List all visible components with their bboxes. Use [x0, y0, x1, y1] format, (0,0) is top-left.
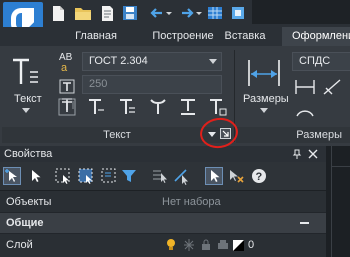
sheet-icon[interactable] [229, 4, 247, 22]
layer-row[interactable]: Слой 0 [0, 234, 326, 257]
dimensions-dropdown-icon[interactable] [260, 108, 268, 114]
dimensions-large-icon[interactable] [246, 56, 282, 90]
lightbulb-icon[interactable] [165, 238, 177, 252]
text-size-icon[interactable] [58, 77, 78, 95]
dimensions-button-label[interactable]: Размеры [243, 93, 289, 105]
properties-objects-row[interactable]: Объекты Нет набора [0, 190, 326, 212]
general-section-label: Общие [6, 217, 44, 229]
close-icon[interactable] [308, 149, 318, 159]
select-cross-icon[interactable] [77, 167, 95, 185]
properties-title: Свойства [4, 148, 53, 160]
dimension-style-combo[interactable]: СПДС [292, 52, 350, 71]
text-tool-1-icon[interactable] [58, 98, 76, 116]
print-icon[interactable] [217, 239, 229, 251]
select-add-icon[interactable] [3, 167, 21, 185]
text-dropdown-icon[interactable] [22, 108, 30, 114]
dimension-style-value: СПДС [299, 55, 331, 67]
chevron-down-icon [209, 59, 217, 64]
select-previous-icon[interactable] [100, 167, 118, 185]
lock-icon[interactable] [201, 239, 211, 251]
undo-icon[interactable] [148, 4, 166, 22]
pick-object-icon[interactable] [205, 167, 223, 185]
text-tool-4-icon[interactable] [148, 96, 168, 118]
redo-icon[interactable] [178, 4, 196, 22]
pin-icon[interactable] [292, 149, 302, 159]
properties-toolbar: ? [0, 162, 326, 190]
tab-insert[interactable]: Вставка [220, 27, 270, 46]
document-icon[interactable] [98, 4, 116, 22]
objects-label: Объекты [6, 196, 52, 208]
undo-dropdown-icon[interactable] [165, 4, 173, 22]
tab-home[interactable]: Главная [62, 27, 130, 46]
freeze-icon[interactable] [184, 239, 194, 251]
dim-tool-1-icon[interactable] [294, 78, 316, 96]
grid-icon[interactable] [206, 4, 224, 22]
save-icon[interactable] [121, 4, 139, 22]
open-folder-icon[interactable] [74, 4, 92, 22]
ribbon-body: Текст AB a ГОСТ 2.304 250 Текст Размеры … [0, 46, 350, 146]
redo-dropdown-icon[interactable] [195, 4, 203, 22]
select-all-icon[interactable] [150, 167, 168, 185]
text-style-icon[interactable]: AB a [58, 50, 78, 74]
ribbon-tabs: Главная Построение Вставка Оформление [0, 27, 350, 46]
layer-label: Слой [6, 239, 33, 251]
drawing-area-edge [326, 146, 350, 257]
dim-tool-2-icon[interactable] [322, 78, 344, 96]
text-size-combo[interactable]: 250 [82, 75, 222, 94]
text-large-icon[interactable] [10, 56, 40, 90]
invert-selection-icon[interactable] [172, 167, 190, 185]
layer-value: 0 [248, 239, 255, 251]
text-tool-5-icon[interactable] [178, 96, 198, 118]
new-file-icon[interactable] [49, 4, 67, 22]
text-button-label[interactable]: Текст [14, 93, 42, 105]
tab-format[interactable]: Оформление [282, 27, 350, 46]
text-tool-3-icon[interactable] [117, 96, 137, 118]
text-tool-6-icon[interactable] [207, 96, 227, 118]
collapse-icon[interactable] [300, 222, 309, 225]
title-bar-area [252, 0, 350, 24]
text-style-combo[interactable]: ГОСТ 2.304 [82, 52, 222, 71]
general-section-header[interactable]: Общие [0, 213, 326, 233]
select-window-icon[interactable] [54, 167, 72, 185]
help-icon[interactable]: ? [250, 167, 268, 185]
svg-text:a: a [61, 62, 68, 74]
pointer-icon[interactable] [26, 167, 44, 185]
svg-text:?: ? [256, 171, 263, 183]
text-style-value: ГОСТ 2.304 [89, 55, 148, 67]
layer-color-icon[interactable] [233, 240, 244, 251]
text-tool-2-icon[interactable] [86, 96, 106, 118]
filter-icon[interactable] [120, 167, 138, 185]
properties-header: Свойства [0, 146, 326, 162]
deselect-icon[interactable] [227, 167, 245, 185]
text-group-label: Текст [2, 127, 232, 143]
dim-tool-3-icon[interactable] [294, 102, 316, 120]
objects-value: Нет набора [162, 196, 221, 208]
dimensions-group-label: Размеры [236, 127, 350, 143]
tab-build[interactable]: Построение [149, 27, 217, 46]
text-size-value: 250 [89, 78, 108, 90]
quick-access-bar [0, 0, 350, 27]
